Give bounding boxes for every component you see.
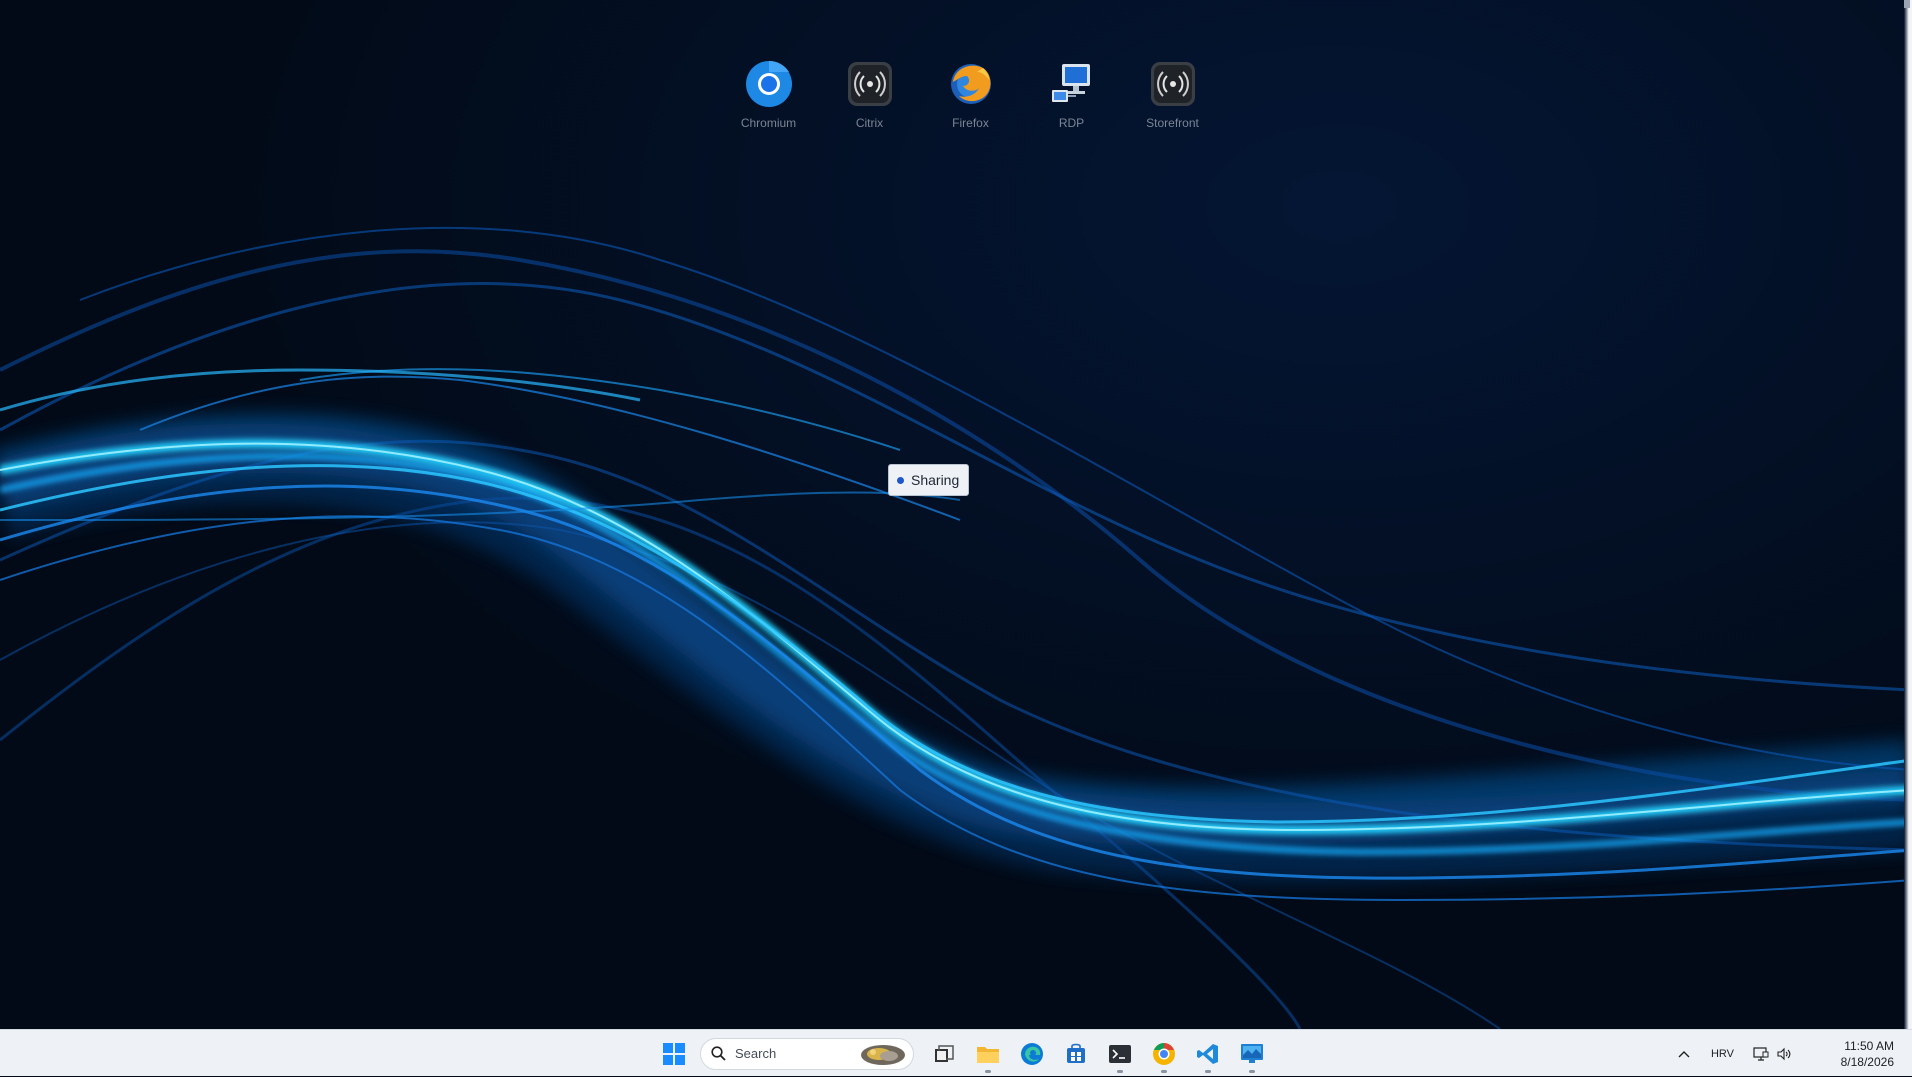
desktop: Chromium Citrix Firefox RDP Storefront S… — [0, 0, 1912, 1029]
chromium-icon — [1153, 1042, 1175, 1065]
search-icon — [711, 1046, 726, 1061]
search-highlight-art-icon — [861, 1044, 905, 1065]
running-indicator — [1205, 1069, 1211, 1073]
sharing-indicator[interactable]: Sharing — [888, 464, 970, 496]
search-placeholder: Search — [735, 1046, 777, 1061]
rdp-icon — [1046, 58, 1098, 110]
storefront-icon — [1147, 58, 1199, 110]
start-button[interactable] — [652, 1034, 696, 1074]
running-indicator — [1161, 1069, 1167, 1073]
taskbar-edge[interactable] — [1010, 1034, 1054, 1074]
sharing-label: Sharing — [911, 472, 960, 488]
network-icon — [1753, 1046, 1769, 1061]
app-chromium[interactable]: Chromium — [718, 58, 819, 130]
firefox-icon — [945, 58, 997, 110]
wallpaper-waves — [0, 226, 1912, 1029]
show-hidden-icons-button[interactable] — [1669, 1030, 1699, 1077]
running-indicator — [1117, 1069, 1123, 1073]
running-indicator — [1249, 1069, 1255, 1073]
app-firefox[interactable]: Firefox — [920, 58, 1021, 130]
windows-logo-icon — [663, 1042, 685, 1065]
sharing-dot-icon — [897, 476, 904, 484]
chromium-icon — [743, 58, 795, 110]
taskbar-file-explorer[interactable] — [966, 1034, 1010, 1074]
clock[interactable]: 11:50 AM 8/18/2026 — [1798, 1030, 1912, 1077]
taskbar-chromium[interactable] — [1142, 1034, 1186, 1074]
vscode-icon — [1197, 1043, 1218, 1064]
taskbar-terminal[interactable] — [1098, 1034, 1142, 1074]
app-label: RDP — [1058, 116, 1085, 130]
citrix-icon — [844, 58, 896, 110]
store-icon — [1067, 1043, 1085, 1063]
taskbar-task-view[interactable] — [922, 1034, 966, 1074]
taskbar-vscode[interactable] — [1186, 1034, 1230, 1074]
taskbar-search-box[interactable]: Search — [700, 1037, 914, 1070]
right-edge-marker — [1904, 0, 1910, 8]
taskbar: Search HRV 11:50 AM 8/18/2026 — [0, 1029, 1912, 1076]
taskbar-center: Search — [652, 1030, 1274, 1077]
remote-desktop-icon — [1241, 1043, 1263, 1063]
app-label: Storefront — [1146, 116, 1199, 130]
chevron-up-icon — [1678, 1050, 1690, 1057]
app-label: Chromium — [740, 116, 797, 130]
volume-icon — [1777, 1047, 1791, 1060]
task-view-icon — [935, 1044, 954, 1062]
taskbar-store[interactable] — [1054, 1034, 1098, 1074]
network-volume-button[interactable] — [1746, 1030, 1798, 1077]
desktop-app-launcher: Chromium Citrix Firefox RDP Storefront — [718, 58, 1223, 130]
app-citrix[interactable]: Citrix — [819, 58, 920, 130]
clock-date: 8/18/2026 — [1840, 1054, 1894, 1069]
clock-time: 11:50 AM — [1844, 1038, 1894, 1053]
terminal-icon — [1109, 1044, 1131, 1063]
right-edge-panel — [1904, 0, 1912, 1029]
taskbar-remote-desktop[interactable] — [1230, 1034, 1274, 1074]
app-label: Citrix — [855, 116, 884, 130]
app-rdp[interactable]: RDP — [1021, 58, 1122, 130]
app-label: Firefox — [952, 116, 989, 130]
running-indicator — [985, 1069, 991, 1073]
app-storefront[interactable]: Storefront — [1122, 58, 1223, 130]
edge-icon — [1021, 1042, 1043, 1065]
input-language-indicator[interactable]: HRV — [1699, 1030, 1746, 1077]
file-explorer-icon — [977, 1046, 999, 1063]
system-tray: HRV 11:50 AM 8/18/2026 — [1669, 1030, 1912, 1077]
